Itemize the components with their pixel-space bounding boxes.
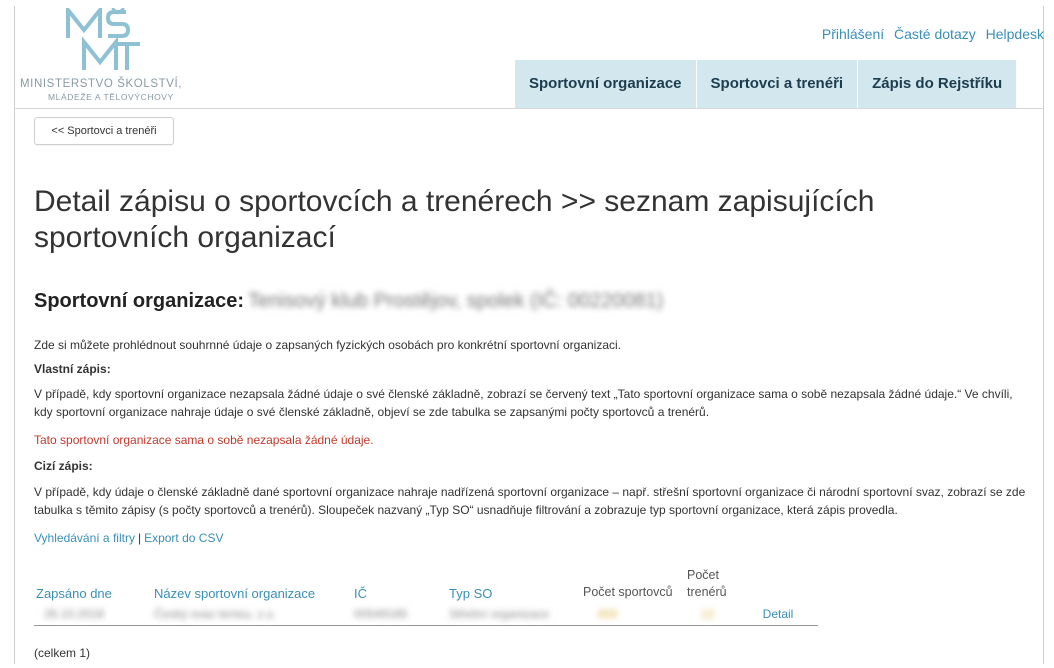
- foreign-text: V případě, kdy údaje o členské základně …: [34, 485, 1026, 517]
- search-filters-link[interactable]: Vyhledávání a filtry: [34, 531, 135, 545]
- own-heading: Vlastní zápis:: [34, 362, 111, 376]
- row-ic: 00549185: [354, 603, 449, 626]
- main-nav: Sportovní organizace Sportovci a trenéři…: [515, 60, 1017, 108]
- org-heading: Sportovní organizace: Tenisový klub Prost…: [34, 290, 663, 313]
- ministry-logo[interactable]: MINISTERSTVO ŠKOLSTVÍ, MLÁDEŽE A TĚLOVÝC…: [20, 8, 250, 102]
- col-action: [738, 567, 818, 603]
- top-links: Přihlášení Časté dotazy Helpdesk: [816, 26, 1044, 42]
- records-table: Zapsáno dne Název sportovní organizace I…: [34, 567, 818, 626]
- col-name[interactable]: Název sportovní organizace: [154, 567, 354, 603]
- separator: |: [137, 531, 142, 545]
- row-trainers: 12: [687, 603, 738, 626]
- total-count: (celkem 1): [34, 646, 91, 660]
- table-tools: Vyhledávání a filtry | Export do CSV: [34, 531, 223, 545]
- col-type[interactable]: Typ SO: [449, 567, 583, 603]
- msmt-logo-icon: [66, 8, 140, 70]
- logo-line-2: MLÁDEŽE A TĚLOVÝCHOVY: [48, 92, 174, 102]
- helpdesk-link[interactable]: Helpdesk: [986, 26, 1044, 42]
- nav-sportovni-organizace[interactable]: Sportovní organizace: [515, 60, 696, 108]
- row-athletes: 458: [583, 603, 687, 626]
- row-date: 26.10.2018: [34, 603, 154, 626]
- logo-line-1: MINISTERSTVO ŠKOLSTVÍ,: [20, 78, 183, 90]
- intro-text: Zde si můžete prohlédnout souhrnné údaje…: [34, 338, 622, 352]
- no-data-notice: Tato sportovní organizace sama o sobě ne…: [34, 433, 374, 447]
- foreign-heading: Cizí zápis:: [34, 459, 93, 473]
- col-athletes: Počet sportovců: [583, 585, 673, 599]
- login-link[interactable]: Přihlášení: [822, 26, 884, 42]
- nav-sportovci-a-treneri[interactable]: Sportovci a trenéři: [695, 60, 858, 108]
- row-type: Střešní organizace: [449, 603, 583, 626]
- org-heading-label: Sportovní organizace:: [34, 290, 245, 312]
- page-title: Detail zápisu o sportovcích a trenérech …: [34, 185, 875, 254]
- org-name: Tenisový klub Prostějov, spolek (IČ: 002…: [248, 290, 664, 312]
- detail-link[interactable]: Detail: [738, 603, 818, 626]
- col-trainers: Počet trenérů: [687, 568, 727, 599]
- row-name: Český svaz tenisu, z.s.: [154, 603, 354, 626]
- col-ic[interactable]: IČ: [354, 567, 449, 603]
- col-date[interactable]: Zapsáno dne: [34, 567, 154, 603]
- faq-link[interactable]: Časté dotazy: [894, 26, 976, 42]
- own-text: V případě, kdy sportovní organizace neza…: [34, 387, 1013, 419]
- header-divider: [14, 108, 1044, 109]
- table-row: 26.10.2018 Český svaz tenisu, z.s. 00549…: [34, 603, 818, 626]
- back-button[interactable]: << Sportovci a trenéři: [34, 117, 174, 145]
- nav-zapis-do-rejstriku[interactable]: Zápis do Rejstříku: [857, 60, 1017, 108]
- export-csv-link[interactable]: Export do CSV: [144, 531, 223, 545]
